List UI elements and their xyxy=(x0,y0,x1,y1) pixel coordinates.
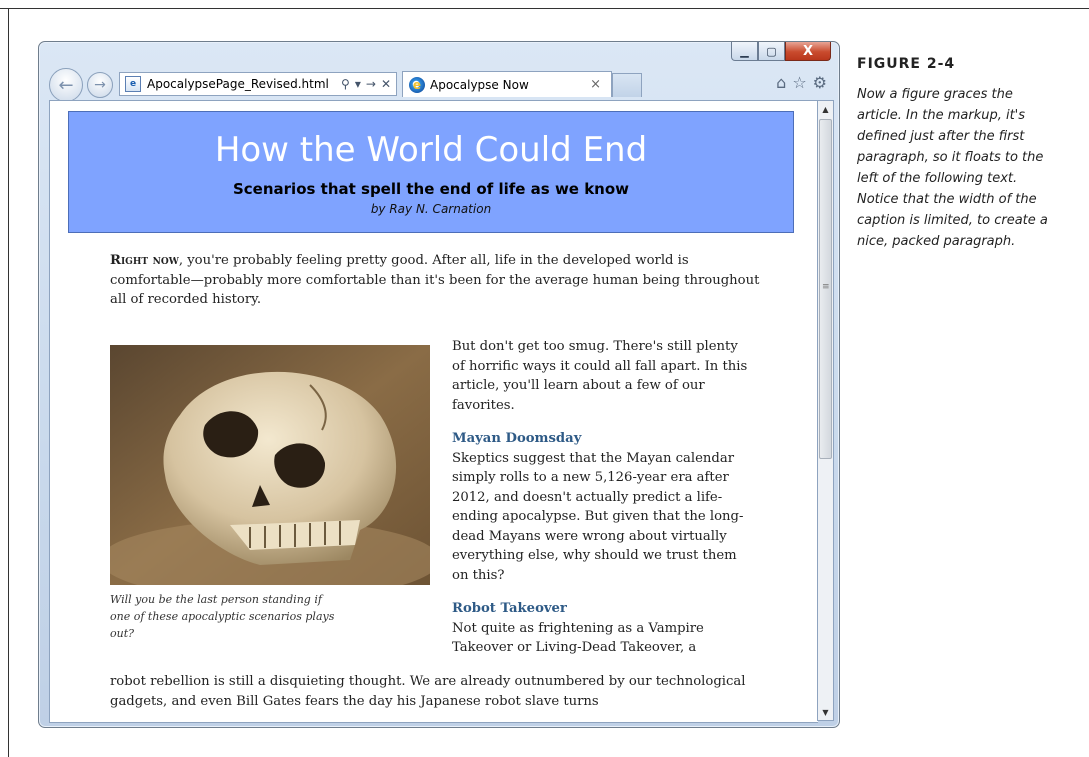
byline: by Ray N. Carnation xyxy=(370,202,492,216)
window-controls: ▁ ▢ X xyxy=(731,42,831,61)
minimize-button[interactable]: ▁ xyxy=(731,42,758,61)
page-header: How the World Could End Scenarios that s… xyxy=(68,111,794,233)
skull-image xyxy=(110,345,430,585)
dropdown-icon[interactable]: ▾ xyxy=(355,77,361,91)
paragraph-intro: But don't get too smug. There's still pl… xyxy=(452,339,748,413)
page-subtitle: Scenarios that spell the end of life as … xyxy=(232,180,630,198)
refresh-icon[interactable]: → xyxy=(366,77,376,91)
lead-caps: Right now xyxy=(110,253,179,268)
scroll-thumb[interactable]: ≡ xyxy=(819,119,832,459)
heading-robot-takeover: Robot Takeover xyxy=(452,601,567,616)
paragraph-mayan: Skeptics suggest that the Mayan calendar… xyxy=(452,450,744,583)
scroll-down-arrow-icon[interactable]: ▼ xyxy=(818,704,833,720)
figure-description: Now a figure graces the article. In the … xyxy=(857,87,1048,249)
title-bar: ▁ ▢ X ← → e ApocalypsePage_Revised.html … xyxy=(39,42,839,102)
figure-label: FIGURE 2-4 xyxy=(857,56,956,72)
paragraph-robot-continued: robot rebellion is still a disquieting t… xyxy=(110,674,746,709)
paragraph-robot-start: Not quite as frightening as a Vampire Ta… xyxy=(452,620,704,656)
tab-close-icon[interactable]: × xyxy=(590,77,611,92)
address-tools: ⚲ ▾ → ✕ xyxy=(341,77,396,91)
page-frame-left xyxy=(8,8,9,757)
command-icons: ⌂ ☆ ⚙ xyxy=(776,73,827,92)
tools-icon[interactable]: ⚙ xyxy=(813,73,827,92)
address-url[interactable]: ApocalypsePage_Revised.html xyxy=(147,77,341,91)
page-frame-top xyxy=(0,8,1089,9)
article-column: But don't get too smug. There's still pl… xyxy=(452,337,752,672)
figure-caption: Will you be the last person standing if … xyxy=(110,593,335,640)
page-viewport: How the World Could End Scenarios that s… xyxy=(49,100,818,723)
tab-apocalypse-now[interactable]: e Apocalypse Now × xyxy=(402,71,612,97)
browser-window: ▁ ▢ X ← → e ApocalypsePage_Revised.html … xyxy=(38,41,840,728)
lead-paragraph: Right now, you're probably feeling prett… xyxy=(110,251,770,310)
page-title: How the World Could End xyxy=(214,130,648,170)
address-bar[interactable]: e ApocalypsePage_Revised.html ⚲ ▾ → ✕ xyxy=(119,72,397,96)
back-icon: ← xyxy=(58,74,74,96)
new-tab-button[interactable] xyxy=(612,73,642,97)
grip-icon: ≡ xyxy=(822,282,830,292)
stop-icon[interactable]: ✕ xyxy=(381,77,391,91)
heading-mayan-doomsday: Mayan Doomsday xyxy=(452,431,582,446)
back-button[interactable]: ← xyxy=(49,68,83,102)
maximize-button[interactable]: ▢ xyxy=(758,42,785,61)
favorites-icon[interactable]: ☆ xyxy=(792,73,806,92)
close-button[interactable]: X xyxy=(785,42,831,61)
lead-text: , you're probably feeling pretty good. A… xyxy=(110,253,760,307)
article: Right now, you're probably feeling prett… xyxy=(110,251,770,709)
page-icon: e xyxy=(125,76,141,92)
figure: Will you be the last person standing if … xyxy=(110,345,430,642)
ie-icon: e xyxy=(409,76,425,93)
vertical-scrollbar[interactable]: ▲ ≡ ▼ xyxy=(817,100,834,721)
scroll-up-arrow-icon[interactable]: ▲ xyxy=(818,101,833,117)
forward-button[interactable]: → xyxy=(87,72,113,98)
tab-label: Apocalypse Now xyxy=(430,77,529,92)
home-icon[interactable]: ⌂ xyxy=(776,73,786,92)
forward-icon: → xyxy=(94,77,106,93)
search-icon[interactable]: ⚲ xyxy=(341,77,350,91)
